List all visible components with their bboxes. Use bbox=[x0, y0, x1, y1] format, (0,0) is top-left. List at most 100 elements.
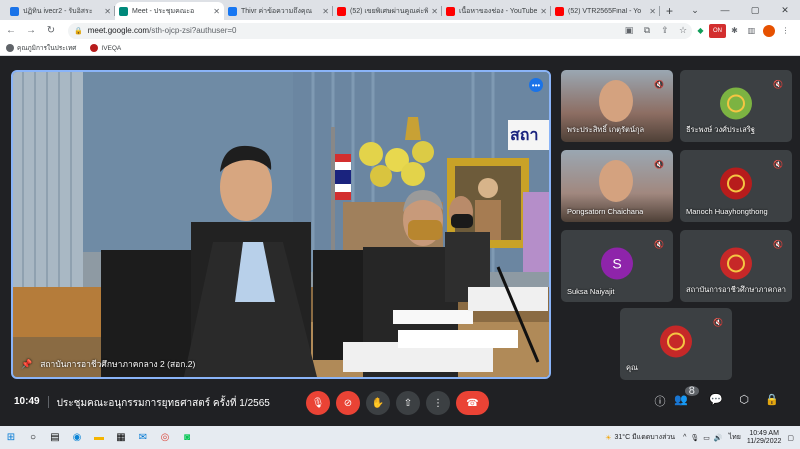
bookmark-star-icon[interactable]: ☆ bbox=[674, 25, 692, 36]
logo-icon bbox=[727, 254, 745, 273]
store-icon[interactable]: ▦ bbox=[110, 426, 132, 449]
edge-icon[interactable]: ◉ bbox=[66, 426, 88, 449]
forward-button[interactable]: → bbox=[22, 22, 40, 40]
people-icon[interactable]: 👥 8 bbox=[674, 385, 702, 409]
line-icon[interactable]: ◙ bbox=[176, 426, 198, 449]
avatar bbox=[720, 167, 752, 200]
lock-icon: 🔒 bbox=[74, 27, 83, 35]
close-tab-icon[interactable]: ✕ bbox=[431, 7, 438, 16]
calendar-icon bbox=[10, 6, 19, 16]
participant-tile[interactable]: 🔇 Pongsatorn Chaichana bbox=[561, 150, 673, 222]
bookmark-label: คุณภูมิการในประเทศ bbox=[17, 45, 77, 52]
participant-name: Suksa Naiyajit bbox=[567, 287, 615, 296]
language-indicator[interactable]: ไทย bbox=[729, 432, 741, 443]
participant-name: Pongsatorn Chaichana bbox=[567, 207, 644, 216]
puzzle-icon[interactable]: ✱ bbox=[726, 24, 743, 38]
raise-hand-button[interactable]: ✋ bbox=[366, 391, 390, 415]
more-actions-button[interactable]: ⋮ bbox=[426, 391, 450, 415]
participant-video bbox=[599, 80, 633, 122]
open-external-icon[interactable]: ⧉ bbox=[638, 25, 656, 36]
bookmark-item[interactable]: IVEQA bbox=[90, 44, 121, 52]
windows-start-icon[interactable]: ⊞ bbox=[0, 426, 22, 449]
meeting-time: 10:49 bbox=[14, 396, 40, 407]
weather-text[interactable]: 31°C มีแดดบางส่วน bbox=[614, 432, 675, 443]
extension-red-icon[interactable]: ON bbox=[709, 23, 726, 38]
profile-avatar[interactable] bbox=[760, 24, 777, 38]
camera-off-button[interactable]: ⊘ bbox=[336, 391, 360, 415]
volume-icon[interactable]: 🔊 bbox=[714, 434, 723, 442]
logo-icon bbox=[727, 94, 745, 113]
info-icon[interactable]: ⓘ bbox=[646, 393, 674, 409]
more-options-button[interactable]: ••• bbox=[529, 78, 543, 92]
url-domain: meet.google.com bbox=[87, 26, 150, 35]
participant-tile[interactable]: 🔇 Manoch Huayhongthong bbox=[680, 150, 792, 222]
browser-tab[interactable]: Meet - ประชุมคณะอ ✕ bbox=[115, 2, 224, 20]
participant-name: สถาบันการอาชีวศึกษาภาคกลาง bbox=[686, 285, 786, 294]
host-controls-icon[interactable]: 🔒 bbox=[758, 393, 786, 409]
task-view-icon[interactable]: ▤ bbox=[44, 426, 66, 449]
new-tab-button[interactable]: + bbox=[666, 2, 673, 20]
mic-muted-icon: 🔇 bbox=[654, 239, 664, 249]
mic-muted-icon: 🔇 bbox=[713, 317, 723, 327]
leave-call-button[interactable]: ☎ bbox=[456, 391, 489, 415]
meet-icon bbox=[119, 6, 128, 16]
facebook-icon bbox=[228, 6, 237, 16]
browser-tab[interactable]: Thivr ค่าข้อความถึงคุณ ✕ bbox=[224, 2, 333, 20]
bookmark-icon bbox=[6, 44, 14, 52]
browser-tab[interactable]: ปฏิทิน ivecr2 - รับอิสระ ✕ bbox=[6, 2, 115, 20]
mic-muted-icon: 🔇 bbox=[773, 239, 783, 249]
extension-green-icon[interactable]: ◆ bbox=[692, 24, 709, 38]
mail-icon[interactable]: ✉ bbox=[132, 426, 154, 449]
close-window-button[interactable]: ✕ bbox=[770, 0, 800, 20]
participant-tile[interactable]: 🔇 พระประสิทธิ์ เกตุรัตน์กุล bbox=[561, 70, 673, 142]
browser-tab[interactable]: (52) VTR2565Final - Yo ✕ bbox=[551, 2, 660, 20]
file-explorer-icon[interactable]: ▬ bbox=[88, 426, 110, 449]
bookmark-item[interactable]: คุณภูมิการในประเทศ bbox=[6, 43, 76, 53]
participant-tile[interactable]: 🔇 สถาบันการอาชีวศึกษาภาคกลาง bbox=[680, 230, 792, 302]
search-icon[interactable]: ○ bbox=[22, 426, 44, 449]
clock[interactable]: 10:49 AM 11/29/2022 bbox=[747, 430, 782, 446]
network-icon[interactable]: ▭ bbox=[703, 434, 710, 442]
url-field[interactable]: 🔒 meet.google.com /sth-ojcp-zsi?authuser… bbox=[68, 22, 692, 39]
minimize-button[interactable]: — bbox=[710, 0, 740, 20]
main-video-tile[interactable]: สถา ••• 📌 สถาบันการอาชีวศึกษาภาคกลาง 2 (… bbox=[11, 70, 551, 379]
sidebar-icon[interactable]: ▥ bbox=[743, 24, 760, 38]
chat-icon[interactable]: 💬 bbox=[702, 393, 730, 409]
close-tab-icon[interactable]: ✕ bbox=[649, 7, 656, 16]
mic-off-button[interactable]: 🎙 bbox=[306, 391, 330, 415]
participant-name: Manoch Huayhongthong bbox=[686, 207, 768, 216]
activities-icon[interactable]: ⬡ bbox=[730, 393, 758, 409]
menu-dots-icon[interactable]: ⋮ bbox=[777, 24, 794, 38]
participant-tile[interactable]: S 🔇 Suksa Naiyajit bbox=[561, 230, 673, 302]
chevron-down-icon[interactable]: ⌄ bbox=[680, 0, 710, 20]
windows-taskbar: ⊞ ○ ▤ ◉ ▬ ▦ ✉ ◎ ◙ ☀ 31°C มีแดดบางส่วน ^ … bbox=[0, 426, 800, 449]
divider bbox=[47, 396, 49, 408]
tab-title: เนื้อหาของช่อง - YouTube bbox=[459, 7, 538, 15]
meeting-title: ประชุมคณะอนุกรรมการยุทธศาสตร์ ครั้งที่ 1… bbox=[56, 398, 270, 409]
browser-tab[interactable]: เนื้อหาของช่อง - YouTube ✕ bbox=[442, 2, 551, 20]
share-icon[interactable]: ⇪ bbox=[656, 25, 674, 36]
participant-tile[interactable]: 🔇 คุณ bbox=[620, 308, 732, 380]
camera-icon[interactable]: ▣ bbox=[620, 25, 638, 36]
back-button[interactable]: ← bbox=[2, 22, 20, 40]
people-count-badge: 8 bbox=[684, 385, 699, 397]
mic-tray-icon: 🎙 bbox=[690, 434, 700, 442]
close-tab-icon[interactable]: ✕ bbox=[104, 7, 111, 16]
reload-button[interactable]: ↻ bbox=[42, 22, 60, 40]
maximize-button[interactable]: ▢ bbox=[740, 0, 770, 20]
close-tab-icon[interactable]: ✕ bbox=[322, 7, 329, 16]
notifications-icon[interactable]: ▢ bbox=[787, 434, 794, 442]
chrome-icon[interactable]: ◎ bbox=[154, 426, 176, 449]
tab-strip: ปฏิทิน ivecr2 - รับอิสระ ✕ Meet - ประชุมคณ… bbox=[0, 0, 800, 20]
participant-tile[interactable]: 🔇 ธีระพงษ์ วงศ์ประเสริฐ bbox=[680, 70, 792, 142]
window-controls: ⌄ — ▢ ✕ bbox=[680, 0, 800, 20]
svg-text:สถา: สถา bbox=[510, 125, 538, 144]
extensions-area: ◆ ON ✱ ▥ ⋮ bbox=[692, 23, 794, 38]
avatar: S bbox=[601, 247, 633, 280]
chevron-up-icon[interactable]: ^ bbox=[683, 434, 686, 441]
youtube-icon bbox=[446, 6, 455, 16]
close-tab-icon[interactable]: ✕ bbox=[540, 7, 547, 16]
browser-tab[interactable]: (52) เขยพิเศษผ่านคูณค่ะพิ ✕ bbox=[333, 2, 442, 20]
present-screen-button[interactable]: ⇧ bbox=[396, 391, 420, 415]
close-tab-icon[interactable]: ✕ bbox=[213, 7, 220, 16]
